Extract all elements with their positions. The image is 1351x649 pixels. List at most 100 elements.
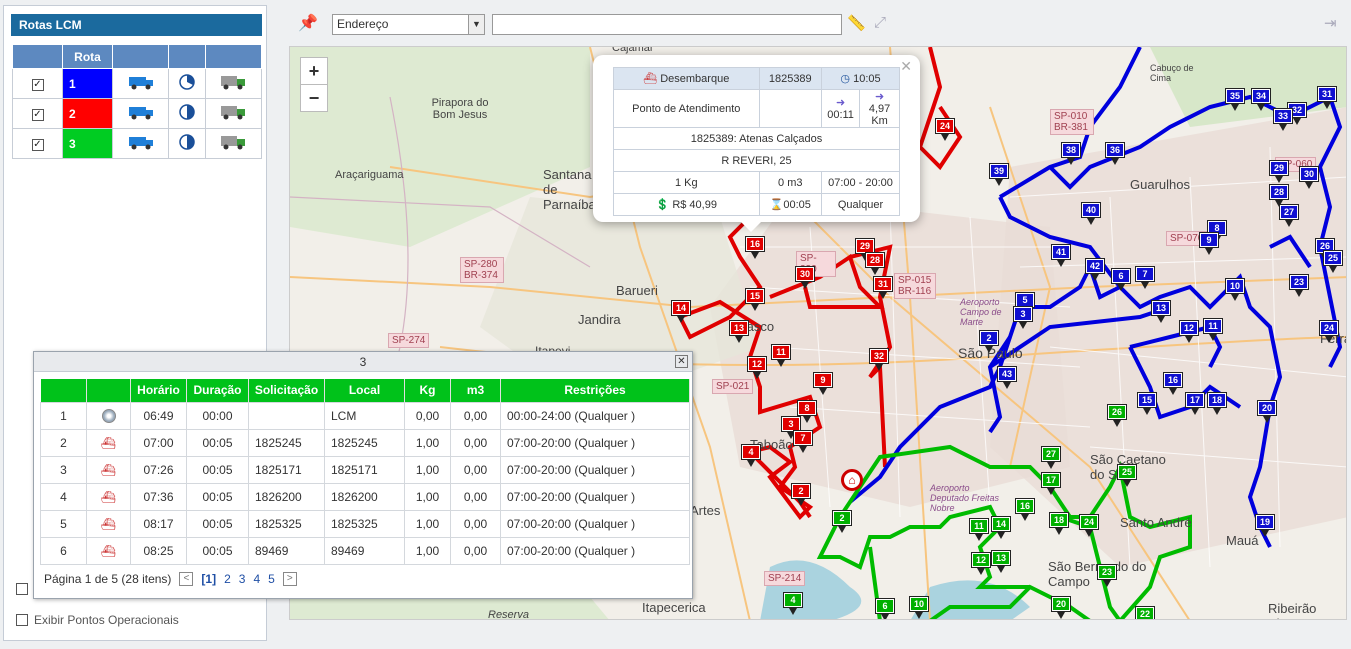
stop-marker[interactable]: 13 [1152, 301, 1170, 323]
route-row[interactable]: ✓ 1 [12, 68, 263, 99]
table-row[interactable]: 1 06:49 00:00 LCM 0,00 0,00 00:00-24:00 … [40, 401, 690, 430]
stop-marker[interactable]: 16 [1164, 373, 1182, 395]
stop-marker[interactable]: 31 [874, 277, 892, 299]
stop-marker[interactable]: 3 [1014, 307, 1032, 329]
stop-marker[interactable]: 27 [1042, 447, 1060, 469]
stop-marker[interactable]: 36 [1106, 143, 1124, 165]
stop-marker[interactable]: 3 [782, 417, 800, 439]
stop-marker[interactable]: 28 [1270, 185, 1288, 207]
stop-marker[interactable]: 10 [1226, 279, 1244, 301]
stop-marker[interactable]: 24 [936, 119, 954, 141]
clock-pie-icon[interactable] [168, 68, 206, 99]
stop-marker[interactable]: 9 [1200, 233, 1218, 255]
option-row[interactable] [16, 583, 28, 595]
stop-marker[interactable]: 29 [1270, 161, 1288, 183]
stop-marker[interactable]: 33 [1274, 109, 1292, 131]
chevron-down-icon[interactable]: ▼ [468, 15, 484, 34]
depot-icon[interactable]: ⌂ [841, 469, 863, 491]
stop-marker[interactable]: 38 [1062, 143, 1080, 165]
ruler-icon[interactable]: 📏 [847, 14, 866, 32]
stop-marker[interactable]: 11 [1204, 319, 1222, 341]
stop-marker[interactable]: 23 [1098, 565, 1116, 587]
stop-marker[interactable]: 20 [1258, 401, 1276, 423]
stop-marker[interactable]: 2 [833, 511, 851, 533]
stop-marker[interactable]: 16 [746, 237, 764, 259]
zoom-out-button[interactable]: − [300, 84, 328, 112]
stop-marker[interactable]: 34 [1252, 89, 1270, 111]
stop-marker[interactable]: 29 [856, 239, 874, 261]
stop-marker[interactable]: 2 [980, 331, 998, 353]
option-checkbox-1[interactable] [16, 583, 28, 595]
stop-marker[interactable]: 9 [814, 373, 832, 395]
stop-marker[interactable]: 39 [990, 164, 1008, 186]
close-icon[interactable]: ✕ [900, 58, 912, 75]
stop-marker[interactable]: 27 [1280, 205, 1298, 227]
stop-marker[interactable]: 23 [1290, 275, 1308, 297]
stop-marker[interactable]: 17 [1042, 473, 1060, 495]
stop-marker[interactable]: 6 [876, 599, 894, 619]
stop-marker[interactable]: 16 [1016, 499, 1034, 521]
stop-marker[interactable]: 13 [730, 321, 748, 343]
stop-marker[interactable]: 14 [992, 517, 1010, 539]
page-link[interactable]: [1] [201, 572, 216, 586]
page-link[interactable]: 5 [268, 572, 275, 586]
logout-icon[interactable]: ⇥ [1324, 14, 1337, 32]
address-search-input[interactable] [492, 14, 842, 35]
stop-marker[interactable]: 4 [784, 593, 802, 615]
stop-marker[interactable]: 24 [1080, 515, 1098, 537]
van-icon[interactable] [111, 98, 170, 129]
stop-marker[interactable]: 6 [1112, 269, 1130, 291]
route-checkbox[interactable]: ✓ [31, 109, 44, 121]
chevron-left-icon[interactable]: < [179, 572, 194, 586]
route-checkbox[interactable]: ✓ [31, 79, 44, 91]
table-row[interactable]: 6 ⛴ 08:25 00:05 89469 89469 1,00 0,00 07… [40, 536, 690, 565]
stop-marker[interactable]: 31 [1318, 87, 1336, 109]
truck-icon[interactable] [204, 68, 263, 99]
stop-marker[interactable]: 17 [1186, 393, 1204, 415]
stop-marker[interactable]: 26 [1108, 405, 1126, 427]
stop-marker[interactable]: 25 [1118, 465, 1136, 487]
stop-marker[interactable]: 32 [870, 349, 888, 371]
stop-marker[interactable]: 18 [1208, 393, 1226, 415]
stop-marker[interactable]: 35 [1226, 89, 1244, 111]
stop-marker[interactable]: 7 [794, 431, 812, 453]
table-row[interactable]: 3 ⛴ 07:26 00:05 1825171 1825171 1,00 0,0… [40, 455, 690, 484]
stop-marker[interactable]: 28 [866, 253, 884, 275]
stop-marker[interactable]: 2 [792, 484, 810, 506]
table-row[interactable]: 2 ⛴ 07:00 00:05 1825245 1825245 1,00 0,0… [40, 428, 690, 457]
stop-marker[interactable]: 30 [1300, 167, 1318, 189]
stop-marker[interactable]: 20 [1052, 597, 1070, 619]
stop-marker[interactable]: 12 [748, 357, 766, 379]
stop-marker[interactable]: 43 [998, 367, 1016, 389]
page-link[interactable]: 4 [253, 572, 260, 586]
stop-marker[interactable]: 14 [672, 301, 690, 323]
van-icon[interactable] [111, 68, 170, 99]
stop-marker[interactable]: 8 [798, 401, 816, 423]
stop-marker[interactable]: 4 [742, 445, 760, 467]
stop-marker[interactable]: 12 [1180, 321, 1198, 343]
table-row[interactable]: 5 ⛴ 08:17 00:05 1825325 1825325 1,00 0,0… [40, 509, 690, 538]
stop-marker[interactable]: 11 [970, 519, 988, 541]
stop-marker[interactable]: 11 [772, 345, 790, 367]
zoom-in-button[interactable]: + [300, 57, 328, 85]
stop-marker[interactable]: 15 [1138, 393, 1156, 415]
stop-marker[interactable]: 7 [1136, 267, 1154, 289]
stop-marker[interactable]: 30 [796, 267, 814, 289]
table-row[interactable]: 4 ⛴ 07:36 00:05 1826200 1826200 1,00 0,0… [40, 482, 690, 511]
clock-pie-icon[interactable] [168, 98, 206, 129]
stop-marker[interactable]: 42 [1086, 259, 1104, 281]
stop-marker[interactable]: 41 [1052, 245, 1070, 267]
close-icon[interactable]: ✕ [675, 355, 688, 368]
chevron-right-icon[interactable]: > [282, 572, 297, 586]
stop-marker[interactable]: 25 [1324, 251, 1342, 273]
stop-marker[interactable]: 19 [1256, 515, 1274, 537]
clock-pie-icon[interactable] [168, 128, 206, 159]
stop-marker[interactable]: 13 [992, 551, 1010, 573]
page-link[interactable]: 3 [239, 572, 246, 586]
fullscreen-icon[interactable]: ⤢ [874, 14, 886, 31]
stop-marker[interactable]: 24 [1320, 321, 1338, 343]
stop-marker[interactable]: 18 [1050, 513, 1068, 535]
operational-points-checkbox[interactable] [16, 614, 28, 626]
stop-marker[interactable]: 15 [746, 289, 764, 311]
pin-icon[interactable]: 📌 [298, 13, 318, 33]
